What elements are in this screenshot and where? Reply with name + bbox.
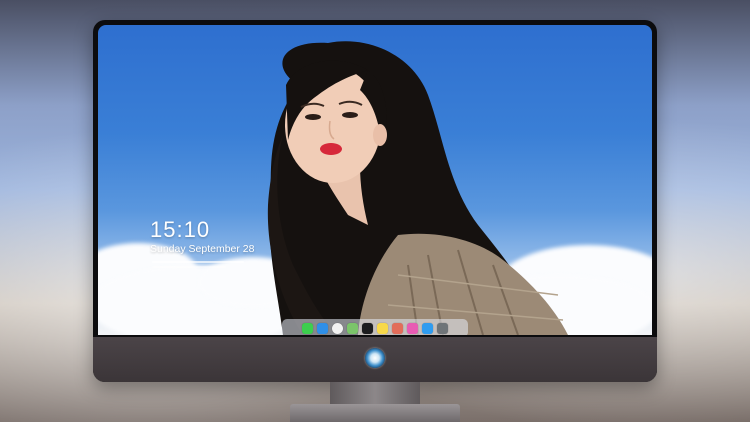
wallpaper-portrait (267, 41, 568, 335)
camera-icon[interactable] (437, 322, 448, 334)
lock-screen[interactable]: 15:10 Sunday September 28 (98, 25, 652, 335)
monitor-stand-neck (330, 382, 420, 406)
app-store-icon[interactable] (422, 322, 433, 334)
imac-monitor: 15:10 Sunday September 28 (93, 20, 657, 382)
safari-icon[interactable] (332, 322, 343, 334)
lock-screen-time: 15:10 (150, 217, 211, 242)
finder-icon[interactable] (317, 322, 328, 334)
monitor-stand-base (290, 404, 460, 422)
itunes-icon[interactable] (407, 322, 418, 334)
photos-icon[interactable] (392, 322, 403, 334)
dock (282, 319, 468, 335)
round-emblem-logo-icon (365, 348, 385, 368)
messages-icon[interactable] (302, 322, 313, 334)
notification-line (152, 261, 244, 263)
maps-icon[interactable] (347, 322, 358, 334)
clapperboard-icon[interactable] (362, 322, 373, 334)
monitor-chin (93, 337, 657, 382)
notes-icon[interactable] (377, 322, 388, 334)
notification-line (152, 266, 226, 268)
lock-screen-date: Sunday September 28 (150, 243, 255, 255)
